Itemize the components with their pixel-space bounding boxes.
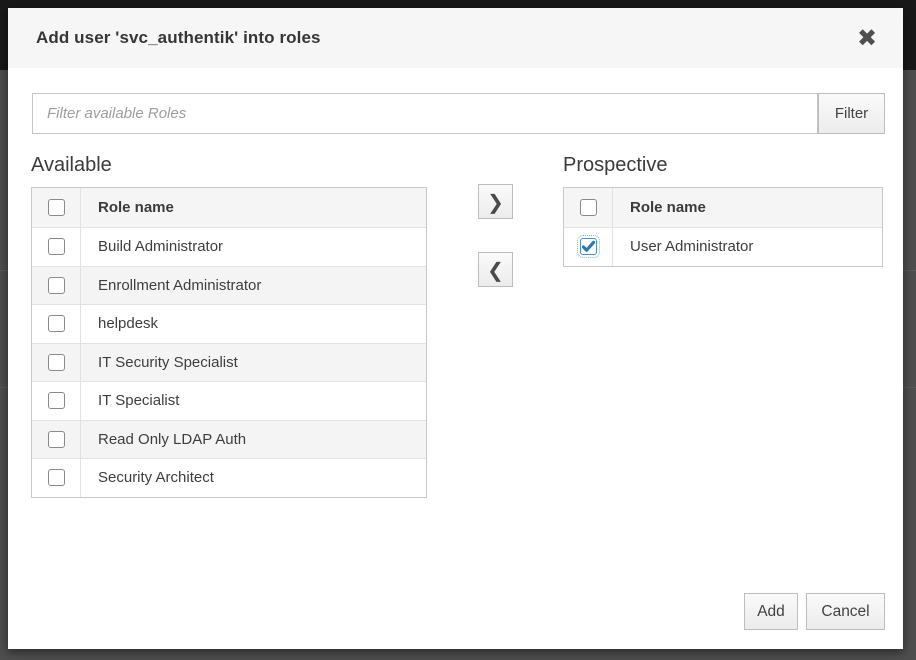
chevron-left-icon: ❮ xyxy=(487,258,504,282)
select-all-checkbox[interactable] xyxy=(48,199,65,216)
prospective-heading: Prospective xyxy=(563,154,668,177)
move-right-button[interactable]: ❯ xyxy=(478,184,513,219)
select-all-cell xyxy=(32,188,81,227)
row-checkbox-cell xyxy=(32,267,81,305)
row-checkbox-cell xyxy=(32,305,81,343)
row-checkbox-cell xyxy=(32,421,81,459)
row-checkbox-cell xyxy=(32,382,81,420)
row-checkbox[interactable] xyxy=(48,354,65,371)
add-button[interactable]: Add xyxy=(744,593,798,630)
row-checkbox[interactable] xyxy=(48,431,65,448)
dialog-header: Add user 'svc_authentik' into roles ✖ xyxy=(8,8,903,68)
select-all-cell xyxy=(564,188,613,227)
role-name: Read Only LDAP Auth xyxy=(81,431,246,448)
table-row: IT Specialist xyxy=(32,381,426,420)
prospective-roles-table: Role name User Administrator xyxy=(563,187,883,267)
table-header-row: Role name xyxy=(564,188,882,227)
row-checkbox[interactable] xyxy=(48,238,65,255)
row-checkbox[interactable] xyxy=(48,469,65,486)
table-row: IT Security Specialist xyxy=(32,343,426,382)
close-icon[interactable]: ✖ xyxy=(849,20,885,56)
add-roles-dialog: Add user 'svc_authentik' into roles ✖ Fi… xyxy=(8,8,903,649)
row-checkbox-checked[interactable] xyxy=(580,238,597,255)
role-name: helpdesk xyxy=(81,315,158,332)
available-heading: Available xyxy=(31,154,112,177)
table-row: User Administrator xyxy=(564,227,882,266)
table-row: Enrollment Administrator xyxy=(32,266,426,305)
row-checkbox-cell xyxy=(564,228,613,266)
filter-input[interactable] xyxy=(32,93,818,134)
row-checkbox[interactable] xyxy=(48,277,65,294)
table-row: helpdesk xyxy=(32,304,426,343)
table-row: Security Architect xyxy=(32,458,426,497)
available-roles-table: Role name Build Administrator Enrollment … xyxy=(31,187,427,498)
column-header: Role name xyxy=(81,199,174,216)
row-checkbox[interactable] xyxy=(48,392,65,409)
cancel-button[interactable]: Cancel xyxy=(806,593,885,630)
role-name: IT Specialist xyxy=(81,392,179,409)
role-name: Build Administrator xyxy=(81,238,223,255)
row-checkbox[interactable] xyxy=(48,315,65,332)
table-header-row: Role name xyxy=(32,188,426,227)
row-checkbox-cell xyxy=(32,344,81,382)
column-header: Role name xyxy=(613,199,706,216)
table-row: Build Administrator xyxy=(32,227,426,266)
role-name: Enrollment Administrator xyxy=(81,277,261,294)
move-left-button[interactable]: ❮ xyxy=(478,252,513,287)
table-row: Read Only LDAP Auth xyxy=(32,420,426,459)
role-name: IT Security Specialist xyxy=(81,354,238,371)
row-checkbox-cell xyxy=(32,228,81,266)
role-name: User Administrator xyxy=(613,238,753,255)
role-name: Security Architect xyxy=(81,469,214,486)
filter-button[interactable]: Filter xyxy=(818,93,885,134)
select-all-checkbox[interactable] xyxy=(580,199,597,216)
dialog-title: Add user 'svc_authentik' into roles xyxy=(36,28,321,48)
chevron-right-icon: ❯ xyxy=(487,190,504,214)
row-checkbox-cell xyxy=(32,459,81,497)
